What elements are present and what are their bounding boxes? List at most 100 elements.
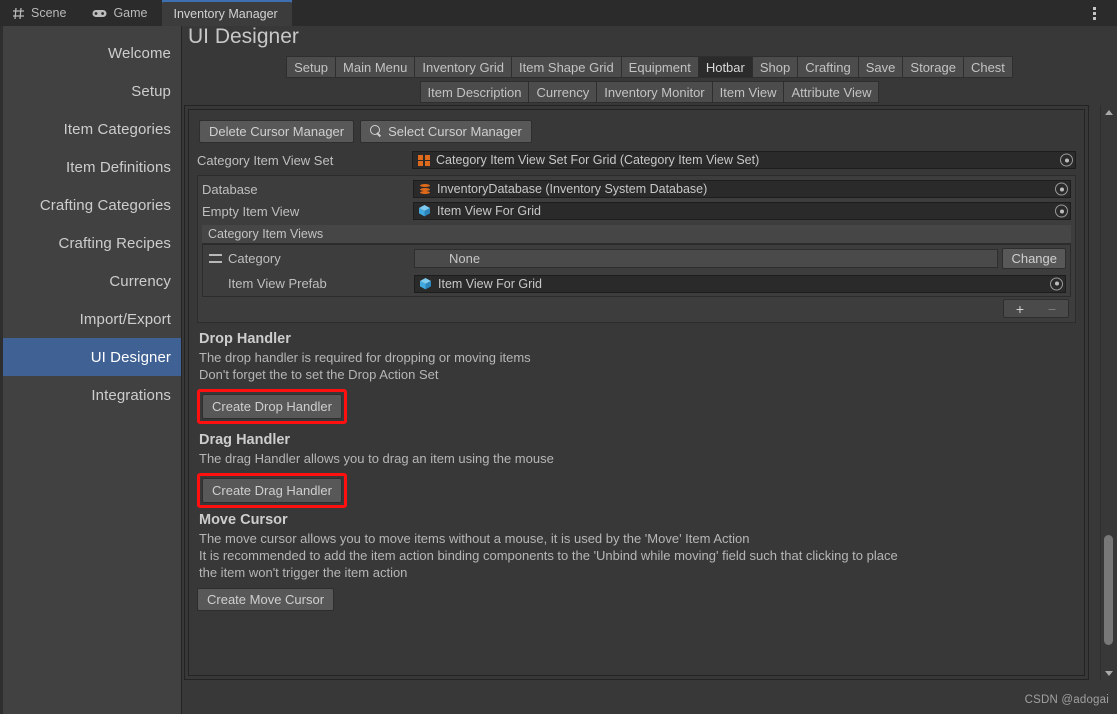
- toolbar-label: Item View: [719, 84, 777, 100]
- object-field-value: InventoryDatabase (Inventory System Data…: [437, 182, 708, 196]
- toolbar-row-2: Item Description Currency Inventory Moni…: [182, 81, 1117, 103]
- list-add-remove: + −: [1003, 299, 1069, 318]
- toolbar-main-menu[interactable]: Main Menu: [336, 56, 416, 78]
- cursor-manager-subpanel: Database InventoryDatabase (Inventory Sy…: [197, 175, 1076, 323]
- object-picker-icon[interactable]: [1050, 277, 1063, 290]
- sidebar-item-crafting-categories[interactable]: Crafting Categories: [0, 186, 181, 224]
- sidebar-item-label: Crafting Categories: [39, 196, 171, 214]
- button-label: Create Drag Handler: [212, 483, 332, 498]
- scrollbar-thumb[interactable]: [1104, 535, 1113, 645]
- cursor-manager-buttons: Delete Cursor Manager Select Cursor Mana…: [193, 114, 1080, 143]
- sidebar-item-ui-designer[interactable]: UI Designer: [0, 338, 181, 376]
- inspector-content: Delete Cursor Manager Select Cursor Mana…: [193, 114, 1080, 671]
- kebab-menu-icon[interactable]: [1081, 0, 1107, 26]
- object-field-value: Item View For Grid: [437, 204, 541, 218]
- section-title: Drop Handler: [199, 331, 291, 347]
- sidebar-item-label: Item Categories: [63, 120, 171, 138]
- sidebar-item-crafting-recipes[interactable]: Crafting Recipes: [0, 224, 181, 262]
- create-drag-handler-button[interactable]: Create Drag Handler: [202, 478, 342, 503]
- toolbar-inventory-grid[interactable]: Inventory Grid: [415, 56, 513, 78]
- object-picker-icon[interactable]: [1055, 204, 1068, 218]
- object-field[interactable]: InventoryDatabase (Inventory System Data…: [413, 180, 1071, 198]
- grid-asset-icon: [417, 153, 431, 167]
- category-value-field[interactable]: None: [414, 248, 999, 268]
- toolbar-label: Save: [865, 59, 896, 75]
- scroll-up-arrow[interactable]: [1101, 105, 1116, 119]
- sidebar-item-currency[interactable]: Currency: [0, 262, 181, 300]
- object-picker-icon[interactable]: [1055, 182, 1068, 196]
- element-sub-label: Item View Prefab: [228, 276, 327, 291]
- toolbar-item-description[interactable]: Item Description: [419, 81, 530, 103]
- field-empty-item-view: Empty Item View Item View For Grid: [202, 200, 1071, 222]
- section-drag-handler: Drag Handler The drag Handler allows you…: [197, 432, 1076, 508]
- sidebar-item-import-export[interactable]: Import/Export: [0, 300, 181, 338]
- sidebar: Welcome Setup Item Categories Item Defin…: [0, 26, 182, 714]
- toolbar-chest[interactable]: Chest: [963, 56, 1013, 78]
- vertical-scrollbar[interactable]: [1100, 105, 1115, 680]
- create-move-cursor-button[interactable]: Create Move Cursor: [197, 588, 335, 611]
- list-element-category-row: Category None Change: [203, 245, 1070, 271]
- button-label: Select Cursor Manager: [388, 124, 522, 139]
- inspector-panel: Delete Cursor Manager Select Cursor Mana…: [184, 105, 1089, 680]
- sidebar-item-integrations[interactable]: Integrations: [0, 376, 181, 414]
- toolbar-inventory-monitor[interactable]: Inventory Monitor: [597, 81, 713, 103]
- object-picker-icon[interactable]: [1060, 153, 1073, 167]
- object-field-value: Item View For Grid: [438, 276, 542, 291]
- toolbar-item-view[interactable]: Item View: [712, 81, 785, 103]
- change-button-label: Change: [1011, 250, 1057, 266]
- create-drop-handler-button[interactable]: Create Drop Handler: [202, 394, 342, 419]
- section-line: It is recommended to add the item action…: [199, 548, 898, 563]
- prefab-cube-icon: [418, 204, 432, 218]
- sidebar-item-item-definitions[interactable]: Item Definitions: [0, 148, 181, 186]
- tab-game[interactable]: Game: [80, 0, 161, 26]
- highlight-box-drop-handler: Create Drop Handler: [197, 389, 347, 424]
- toolbar-label: Item Description: [427, 84, 522, 100]
- section-toolbar: Setup Main Menu Inventory Grid Item Shap…: [182, 56, 1117, 106]
- toolbar-label: Storage: [910, 59, 956, 75]
- toolbar-hotbar[interactable]: Hotbar: [698, 56, 753, 78]
- sidebar-item-item-categories[interactable]: Item Categories: [0, 110, 181, 148]
- tab-inventory-manager[interactable]: Inventory Manager: [161, 0, 292, 26]
- toolbar-save[interactable]: Save: [858, 56, 904, 78]
- field-category-item-view-set: Category Item View Set Category Item Vie…: [197, 149, 1076, 171]
- delete-cursor-manager-button[interactable]: Delete Cursor Manager: [199, 120, 355, 143]
- watermark: CSDN @adogai: [1024, 694, 1109, 706]
- field-label: Empty Item View: [202, 203, 300, 219]
- toolbar-shop[interactable]: Shop: [752, 56, 799, 78]
- toolbar-label: Inventory Monitor: [604, 84, 705, 100]
- button-label: Delete Cursor Manager: [209, 124, 345, 139]
- list-element-prefab-row: Item View Prefab Item View For Grid: [203, 271, 1070, 296]
- toolbar-label: Hotbar: [705, 59, 745, 75]
- select-cursor-manager-button[interactable]: Select Cursor Manager: [360, 120, 532, 143]
- list-footer: + −: [202, 297, 1071, 318]
- sidebar-item-welcome[interactable]: Welcome: [0, 34, 181, 72]
- sidebar-item-setup[interactable]: Setup: [0, 72, 181, 110]
- window-tab-strip: Scene Game Inventory Manager: [0, 0, 1117, 26]
- tab-scene[interactable]: Scene: [0, 0, 80, 26]
- object-field[interactable]: Item View For Grid: [413, 202, 1071, 220]
- list-remove-button[interactable]: −: [1036, 300, 1068, 317]
- object-field[interactable]: Item View For Grid: [414, 274, 1066, 293]
- toolbar-storage[interactable]: Storage: [903, 56, 964, 78]
- toolbar-crafting[interactable]: Crafting: [798, 56, 859, 78]
- drag-handle-icon[interactable]: [209, 253, 222, 263]
- prefab-cube-icon: [419, 277, 433, 291]
- object-field-value: Category Item View Set For Grid (Categor…: [436, 153, 760, 167]
- toolbar-item-shape-grid[interactable]: Item Shape Grid: [512, 56, 622, 78]
- toolbar-currency[interactable]: Currency: [529, 81, 598, 103]
- scroll-down-arrow[interactable]: [1101, 666, 1116, 680]
- change-button[interactable]: Change: [1002, 247, 1066, 269]
- toolbar-label: Currency: [536, 84, 590, 100]
- sidebar-item-label: Welcome: [108, 44, 171, 62]
- toolbar-equipment[interactable]: Equipment: [621, 56, 699, 78]
- section-line: the item won't trigger the item action: [199, 565, 408, 580]
- field-label: Database: [202, 181, 258, 197]
- gamepad-icon: [92, 8, 107, 19]
- toolbar-attribute-view[interactable]: Attribute View: [784, 81, 880, 103]
- list-add-button[interactable]: +: [1004, 300, 1036, 317]
- toolbar-label: Shop: [759, 59, 791, 75]
- toolbar-setup[interactable]: Setup: [286, 56, 337, 78]
- tab-scene-label: Scene: [31, 6, 67, 20]
- inspector-inner: Delete Cursor Manager Select Cursor Mana…: [188, 109, 1085, 676]
- object-field[interactable]: Category Item View Set For Grid (Categor…: [412, 151, 1076, 169]
